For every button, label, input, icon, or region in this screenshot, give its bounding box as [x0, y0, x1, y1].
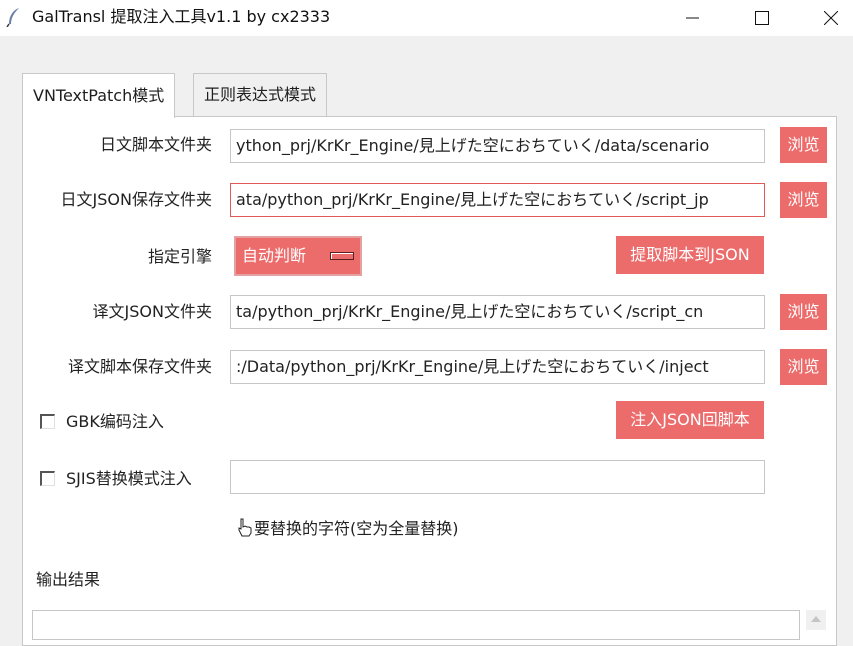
- maximize-icon: [755, 11, 769, 25]
- gbk-inject-checkbox[interactable]: [40, 414, 55, 429]
- output-title: 输出结果: [36, 570, 101, 589]
- jp-script-dir-label: 日文脚本文件夹: [99, 135, 212, 154]
- jp-script-dir-browse-button[interactable]: 浏览: [780, 127, 827, 163]
- jp-json-dir-input[interactable]: ata/python_prj/KrKr_Engine/見上げた空におちていく/s…: [230, 183, 765, 217]
- dropdown-indicator-icon: [330, 252, 354, 260]
- replace-chars-input[interactable]: [230, 460, 765, 494]
- close-icon: [824, 11, 838, 25]
- window-title: GalTransl 提取注入工具v1.1 by cx2333: [32, 7, 331, 26]
- engine-selected-value: 自动判断: [242, 246, 307, 265]
- cn-json-dir-browse-button[interactable]: 浏览: [780, 294, 827, 330]
- jp-json-dir-label: 日文JSON保存文件夹: [60, 190, 212, 209]
- engine-label: 指定引擎: [147, 247, 212, 266]
- sjis-replace-label: SJIS替换模式注入: [66, 469, 192, 488]
- close-button[interactable]: [807, 0, 853, 36]
- output-textarea[interactable]: [32, 610, 800, 640]
- chevron-up-icon: [811, 616, 821, 622]
- extract-to-json-button[interactable]: 提取脚本到JSON: [616, 236, 764, 274]
- feather-icon: [6, 8, 19, 27]
- engine-dropdown[interactable]: 自动判断: [234, 236, 362, 276]
- tab-vntextpatch[interactable]: VNTextPatch模式: [22, 73, 176, 118]
- cn-script-dir-label: 译文脚本保存文件夹: [67, 357, 212, 376]
- tab-regex[interactable]: 正则表达式模式: [193, 73, 328, 117]
- gbk-inject-label: GBK编码注入: [66, 412, 164, 431]
- pointing-hand-icon: [238, 518, 252, 537]
- title-bar: GalTransl 提取注入工具v1.1 by cx2333: [0, 0, 853, 36]
- cn-script-dir-input[interactable]: :/Data/python_prj/KrKr_Engine/見上げた空におちてい…: [230, 350, 765, 384]
- replace-hint-text: 要替换的字符(空为全量替换): [254, 519, 459, 538]
- maximize-button[interactable]: [738, 0, 784, 36]
- sjis-replace-checkbox[interactable]: [40, 471, 55, 486]
- cn-json-dir-input[interactable]: ta/python_prj/KrKr_Engine/見上げた空におちていく/sc…: [230, 295, 765, 329]
- minimize-icon: [686, 17, 699, 19]
- cn-json-dir-label: 译文JSON文件夹: [92, 302, 212, 321]
- jp-script-dir-input[interactable]: ython_prj/KrKr_Engine/見上げた空におちていく/data/s…: [230, 129, 765, 163]
- output-scrollbar-up[interactable]: [806, 610, 826, 630]
- minimize-button[interactable]: [669, 0, 715, 36]
- jp-json-dir-browse-button[interactable]: 浏览: [780, 182, 827, 218]
- cn-script-dir-browse-button[interactable]: 浏览: [780, 349, 827, 385]
- inject-json-button[interactable]: 注入JSON回脚本: [616, 401, 764, 439]
